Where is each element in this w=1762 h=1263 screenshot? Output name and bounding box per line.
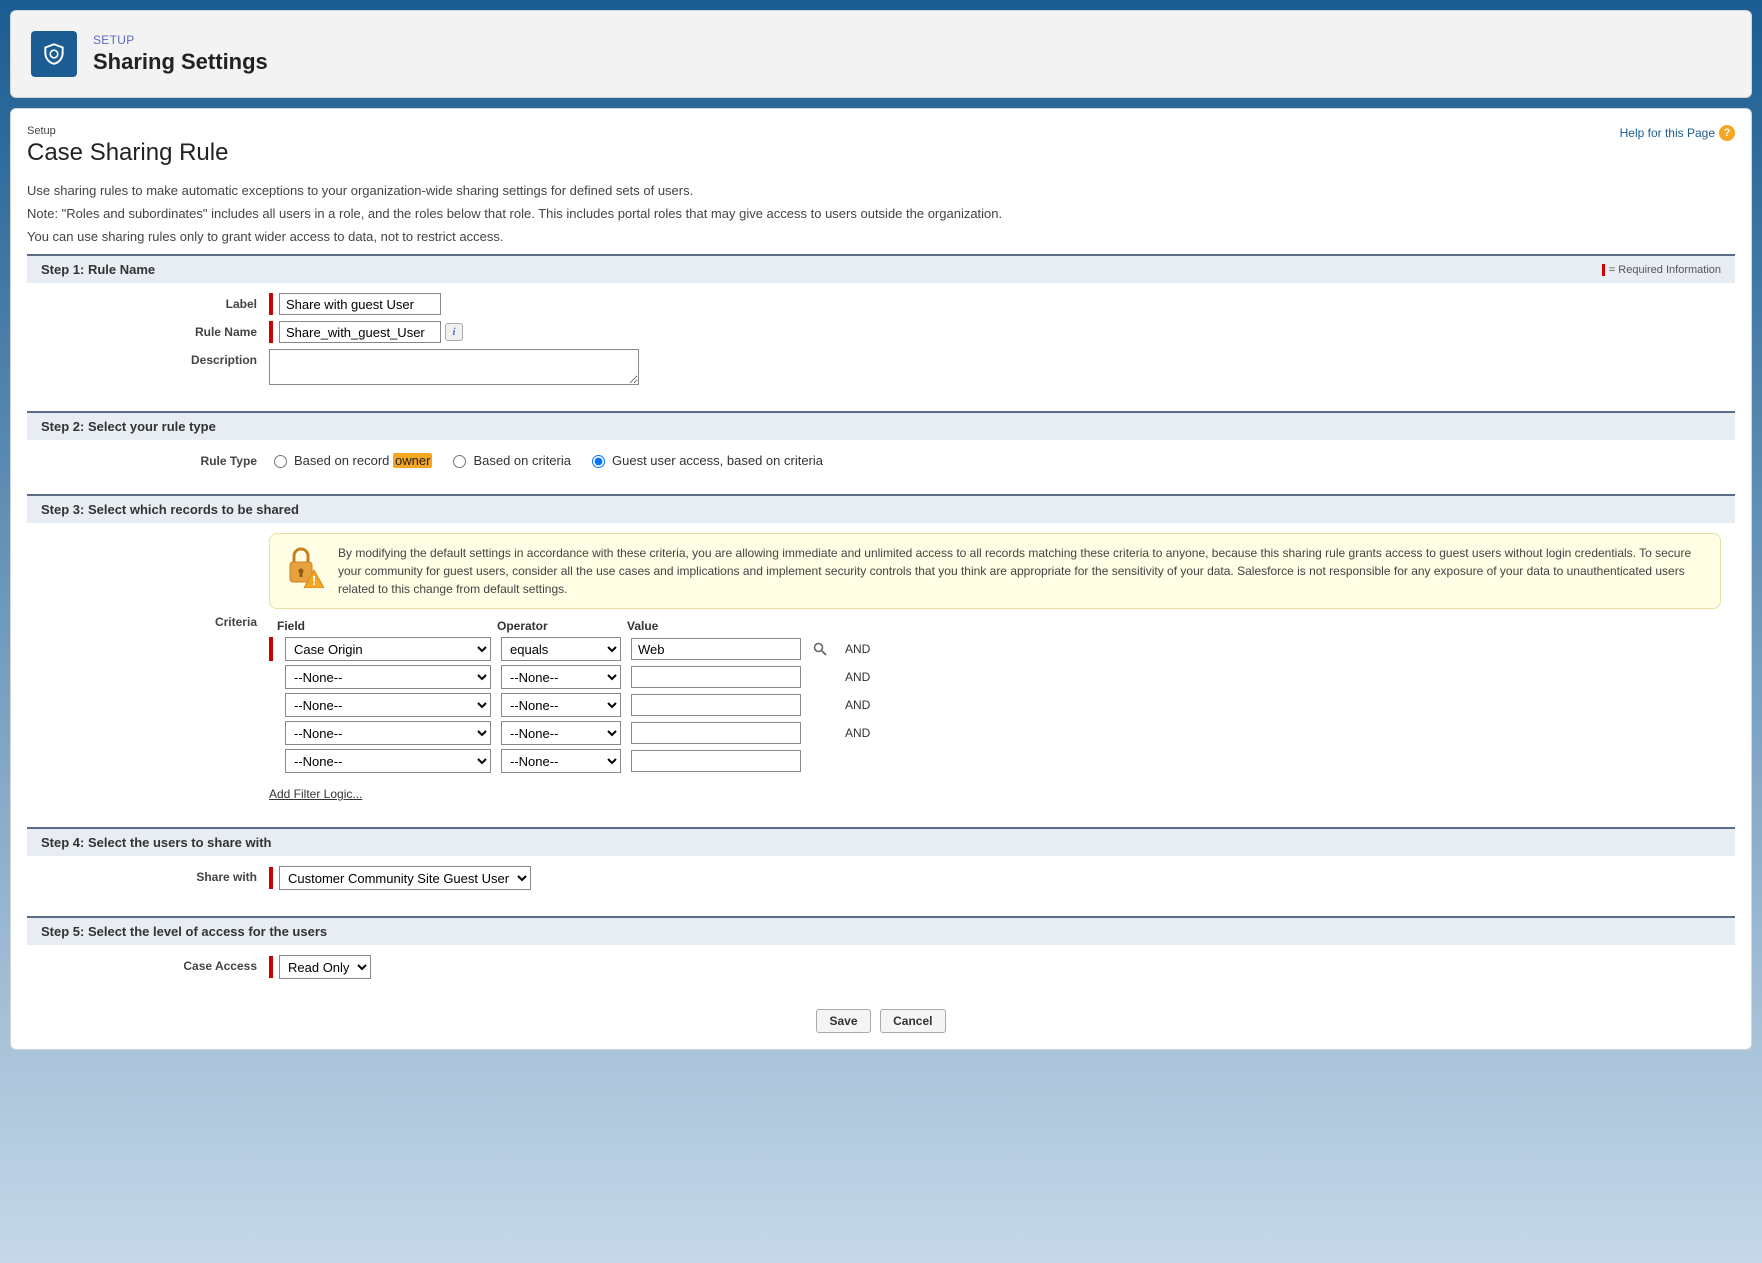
info-icon[interactable]: i [445,323,463,341]
criteria-operator-select[interactable]: equals [501,637,621,661]
sharewith-select[interactable]: Customer Community Site Guest User [279,866,531,890]
criteria-label: Criteria [41,533,269,629]
shield-icon [31,31,77,77]
radio-guest[interactable]: Guest user access, based on criteria [587,452,823,468]
criteria-value-input[interactable] [631,666,801,688]
sharewith-label: Share with [41,866,269,884]
criteria-row: --None-- --None-- AND [269,693,1721,717]
main-content: Help for this Page ? Setup Case Sharing … [10,108,1752,1050]
required-marker [269,637,273,661]
header-card: SETUP Sharing Settings [10,10,1752,98]
label-field-label: Label [41,293,269,311]
criteria-value-input[interactable] [631,750,801,772]
col-value: Value [627,619,797,633]
col-operator: Operator [497,619,617,633]
required-marker [269,956,273,978]
criteria-value-input[interactable] [631,722,801,744]
save-button[interactable]: Save [816,1009,870,1033]
required-info: = Required Information [1602,264,1721,276]
criteria-row: Case Origin equals AND [269,637,1721,661]
rulename-input[interactable] [279,321,441,343]
col-field: Field [277,619,487,633]
criteria-operator-select[interactable]: --None-- [501,721,621,745]
help-icon: ? [1719,125,1735,141]
criteria-operator-select[interactable]: --None-- [501,749,621,773]
required-marker [269,321,273,343]
and-label: AND [845,726,870,740]
step3-header: Step 3: Select which records to be share… [27,494,1735,523]
lock-warning-icon: ! [284,544,324,588]
criteria-field-select[interactable]: Case Origin [285,637,491,661]
warning-box: ! By modifying the default settings in a… [269,533,1721,609]
required-marker [269,867,273,889]
step2-header: Step 2: Select your rule type [27,411,1735,440]
criteria-value-input[interactable] [631,638,801,660]
radio-owner[interactable]: Based on record owner [269,452,432,468]
criteria-row: --None-- --None-- AND [269,721,1721,745]
radio-criteria[interactable]: Based on criteria [448,452,571,468]
criteria-field-select[interactable]: --None-- [285,665,491,689]
svg-text:!: ! [312,573,316,588]
criteria-row: --None-- --None-- AND [269,665,1721,689]
help-link[interactable]: Help for this Page ? [1620,125,1735,141]
and-label: AND [845,698,870,712]
criteria-field-select[interactable]: --None-- [285,749,491,773]
step4-header: Step 4: Select the users to share with [27,827,1735,856]
and-label: AND [845,670,870,684]
intro-text: Use sharing rules to make automatic exce… [27,183,1735,244]
criteria-row: --None-- --None-- [269,749,1721,773]
label-input[interactable] [279,293,441,315]
rule-page-title: Case Sharing Rule [27,139,1735,167]
step5-header: Step 5: Select the level of access for t… [27,916,1735,945]
criteria-value-input[interactable] [631,694,801,716]
criteria-operator-select[interactable]: --None-- [501,665,621,689]
and-label: AND [845,642,870,656]
caseaccess-label: Case Access [41,955,269,973]
step1-header: Step 1: Rule Name = Required Information [27,254,1735,283]
criteria-field-select[interactable]: --None-- [285,721,491,745]
ruletype-label: Rule Type [41,450,269,468]
criteria-field-select[interactable]: --None-- [285,693,491,717]
add-filter-logic-link[interactable]: Add Filter Logic... [269,787,362,801]
breadcrumb: SETUP [93,33,268,47]
setup-crumb: Setup [27,125,1735,137]
required-marker [269,293,273,315]
description-textarea[interactable] [269,349,639,385]
criteria-table: Field Operator Value Case Origin equals AN… [269,619,1721,801]
lookup-icon[interactable] [811,640,829,658]
criteria-operator-select[interactable]: --None-- [501,693,621,717]
cancel-button[interactable]: Cancel [880,1009,945,1033]
rulename-label: Rule Name [41,321,269,339]
description-label: Description [41,349,269,367]
page-title: Sharing Settings [93,49,268,75]
caseaccess-select[interactable]: Read Only [279,955,371,979]
